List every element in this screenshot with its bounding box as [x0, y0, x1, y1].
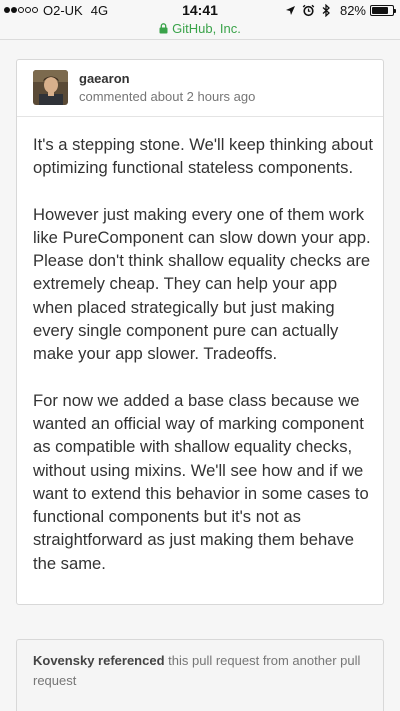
lock-icon — [159, 23, 168, 34]
comment-header: gaearon commented about 2 hours ago — [17, 60, 383, 117]
comment-paragraph: However just making every one of them wo… — [33, 204, 371, 364]
reference-text: Kovensky referenced this pull request fr… — [33, 651, 373, 691]
status-right: 82% — [280, 2, 396, 18]
site-name: GitHub, Inc. — [172, 21, 241, 36]
battery-percent: 82% — [339, 2, 366, 18]
reference-event: Kovensky referenced this pull request fr… — [16, 639, 384, 711]
comment-author[interactable]: gaearon — [79, 71, 130, 86]
reference-action: referenced — [98, 653, 165, 668]
battery-icon — [370, 4, 396, 16]
location-arrow-icon — [284, 3, 298, 17]
comment-card: gaearon commented about 2 hours ago It's… — [16, 59, 384, 605]
bluetooth-icon — [320, 3, 334, 17]
reference-actor[interactable]: Kovensky — [33, 653, 94, 668]
comment-paragraph: For now we added a base class because we… — [33, 390, 369, 573]
comment-paragraph: It's a stepping stone. We'll keep thinki… — [33, 135, 373, 178]
avatar[interactable] — [33, 70, 68, 105]
address-bar[interactable]: GitHub, Inc. — [0, 21, 400, 36]
status-bar: O2-UK 4G 14:41 82% GitHub, Inc. — [0, 0, 400, 40]
alarm-clock-icon — [302, 3, 316, 17]
comment-body: It's a stepping stone. We'll keep thinki… — [33, 133, 378, 598]
comment-timestamp[interactable]: commented about 2 hours ago — [79, 89, 255, 104]
